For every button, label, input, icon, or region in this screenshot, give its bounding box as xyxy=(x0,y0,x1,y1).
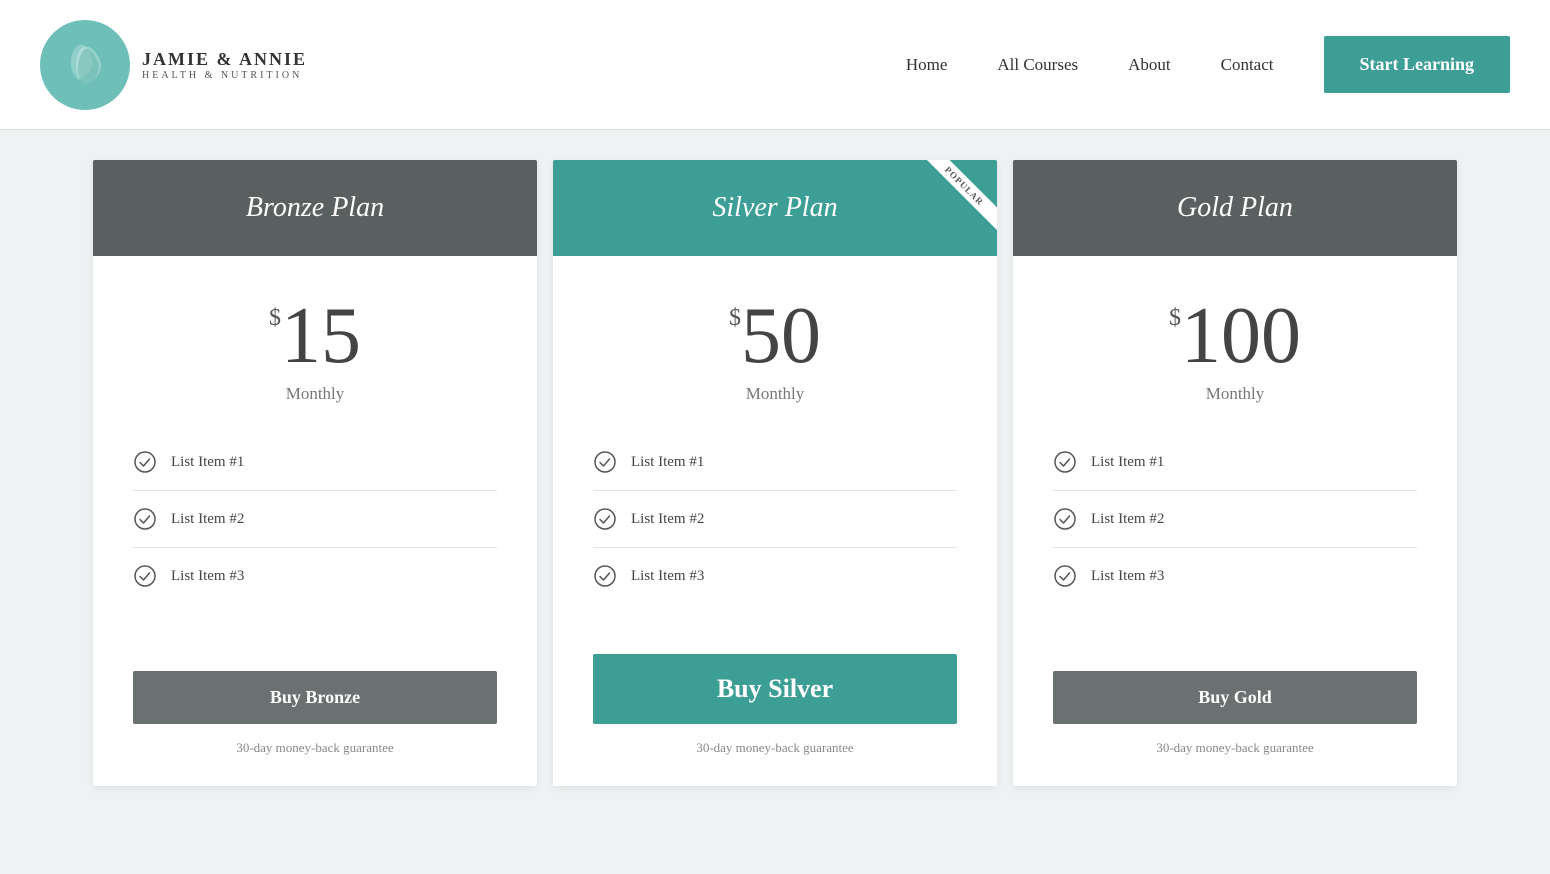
gold-price-wrap: $ 100 xyxy=(1169,296,1301,376)
silver-price-number: 50 xyxy=(741,296,821,376)
gold-plan-title: Gold Plan xyxy=(1177,192,1293,223)
nav-links: Home All Courses About Contact Start Lea… xyxy=(906,36,1510,93)
logo-subtitle: HEALTH & NUTRITION xyxy=(142,70,307,81)
navbar: JAMIE & ANNIE HEALTH & NUTRITION Home Al… xyxy=(0,0,1550,130)
bronze-plan-card: Bronze Plan $ 15 Monthly List Item #1 xyxy=(93,160,537,786)
silver-plan-header: Silver Plan POPULAR xyxy=(553,160,997,256)
silver-plan-title: Silver Plan xyxy=(712,192,837,223)
silver-price-area: $ 50 Monthly xyxy=(553,256,997,424)
silver-period: Monthly xyxy=(573,384,977,404)
gold-check-icon-2 xyxy=(1053,507,1077,531)
silver-feature-3: List Item #3 xyxy=(593,548,957,604)
check-icon-2 xyxy=(133,507,157,531)
bronze-feature-1-text: List Item #1 xyxy=(171,454,244,471)
logo-circle xyxy=(40,20,130,110)
nav-item-home[interactable]: Home xyxy=(906,55,948,75)
gold-plan-header: Gold Plan xyxy=(1013,160,1457,256)
gold-feature-3: List Item #3 xyxy=(1053,548,1417,604)
nav-item-all-courses[interactable]: All Courses xyxy=(997,55,1078,75)
nav-item-about[interactable]: About xyxy=(1128,55,1171,75)
gold-period: Monthly xyxy=(1033,384,1437,404)
logo-svg xyxy=(50,30,120,100)
bronze-features: List Item #1 List Item #2 List Item #3 xyxy=(93,424,537,651)
logo-area: JAMIE & ANNIE HEALTH & NUTRITION xyxy=(40,20,307,110)
bronze-guarantee: 30-day money-back guarantee xyxy=(236,740,393,756)
gold-feature-1: List Item #1 xyxy=(1053,434,1417,491)
silver-price-dollar: $ xyxy=(729,306,741,330)
main-content: Bronze Plan $ 15 Monthly List Item #1 xyxy=(0,130,1550,846)
bronze-feature-2: List Item #2 xyxy=(133,491,497,548)
gold-price-area: $ 100 Monthly xyxy=(1013,256,1457,424)
check-icon-1 xyxy=(133,450,157,474)
bronze-price-number: 15 xyxy=(281,296,361,376)
bronze-feature-3: List Item #3 xyxy=(133,548,497,604)
silver-check-icon-2 xyxy=(593,507,617,531)
nav-item-contact[interactable]: Contact xyxy=(1221,55,1274,75)
bronze-price-dollar: $ xyxy=(269,306,281,330)
silver-feature-2: List Item #2 xyxy=(593,491,957,548)
popular-badge: POPULAR xyxy=(917,160,997,240)
bronze-price-wrap: $ 15 xyxy=(269,296,361,376)
gold-footer: Buy Gold 30-day money-back guarantee xyxy=(1013,651,1457,786)
logo-text: JAMIE & ANNIE HEALTH & NUTRITION xyxy=(142,49,307,81)
bronze-plan-header: Bronze Plan xyxy=(93,160,537,256)
gold-features: List Item #1 List Item #2 List Item #3 xyxy=(1013,424,1457,651)
silver-check-icon-1 xyxy=(593,450,617,474)
silver-footer: Buy Silver 30-day money-back guarantee xyxy=(553,634,997,786)
bronze-feature-3-text: List Item #3 xyxy=(171,568,244,585)
gold-feature-2: List Item #2 xyxy=(1053,491,1417,548)
bronze-plan-title: Bronze Plan xyxy=(246,192,384,223)
gold-plan-card: Gold Plan $ 100 Monthly List Item #1 xyxy=(1013,160,1457,786)
silver-check-icon-3 xyxy=(593,564,617,588)
silver-features: List Item #1 List Item #2 List Item #3 xyxy=(553,424,997,634)
buy-silver-button[interactable]: Buy Silver xyxy=(593,654,957,724)
check-icon-3 xyxy=(133,564,157,588)
gold-feature-2-text: List Item #2 xyxy=(1091,511,1164,528)
silver-feature-3-text: List Item #3 xyxy=(631,568,704,585)
buy-gold-button[interactable]: Buy Gold xyxy=(1053,671,1417,724)
gold-guarantee: 30-day money-back guarantee xyxy=(1156,740,1313,756)
logo-name: JAMIE & ANNIE xyxy=(142,49,307,70)
bronze-period: Monthly xyxy=(113,384,517,404)
bronze-feature-1: List Item #1 xyxy=(133,434,497,491)
bronze-footer: Buy Bronze 30-day money-back guarantee xyxy=(93,651,537,786)
silver-price-wrap: $ 50 xyxy=(729,296,821,376)
silver-guarantee: 30-day money-back guarantee xyxy=(696,740,853,756)
silver-plan-card: Silver Plan POPULAR $ 50 Monthly xyxy=(553,160,997,786)
bronze-price-area: $ 15 Monthly xyxy=(93,256,537,424)
popular-badge-label: POPULAR xyxy=(919,160,997,231)
gold-feature-3-text: List Item #3 xyxy=(1091,568,1164,585)
start-learning-button[interactable]: Start Learning xyxy=(1324,36,1511,93)
gold-price-dollar: $ xyxy=(1169,306,1181,330)
gold-check-icon-3 xyxy=(1053,564,1077,588)
silver-feature-2-text: List Item #2 xyxy=(631,511,704,528)
gold-check-icon-1 xyxy=(1053,450,1077,474)
silver-feature-1-text: List Item #1 xyxy=(631,454,704,471)
gold-feature-1-text: List Item #1 xyxy=(1091,454,1164,471)
buy-bronze-button[interactable]: Buy Bronze xyxy=(133,671,497,724)
gold-price-number: 100 xyxy=(1181,296,1301,376)
silver-feature-1: List Item #1 xyxy=(593,434,957,491)
pricing-grid: Bronze Plan $ 15 Monthly List Item #1 xyxy=(85,160,1465,786)
bronze-feature-2-text: List Item #2 xyxy=(171,511,244,528)
